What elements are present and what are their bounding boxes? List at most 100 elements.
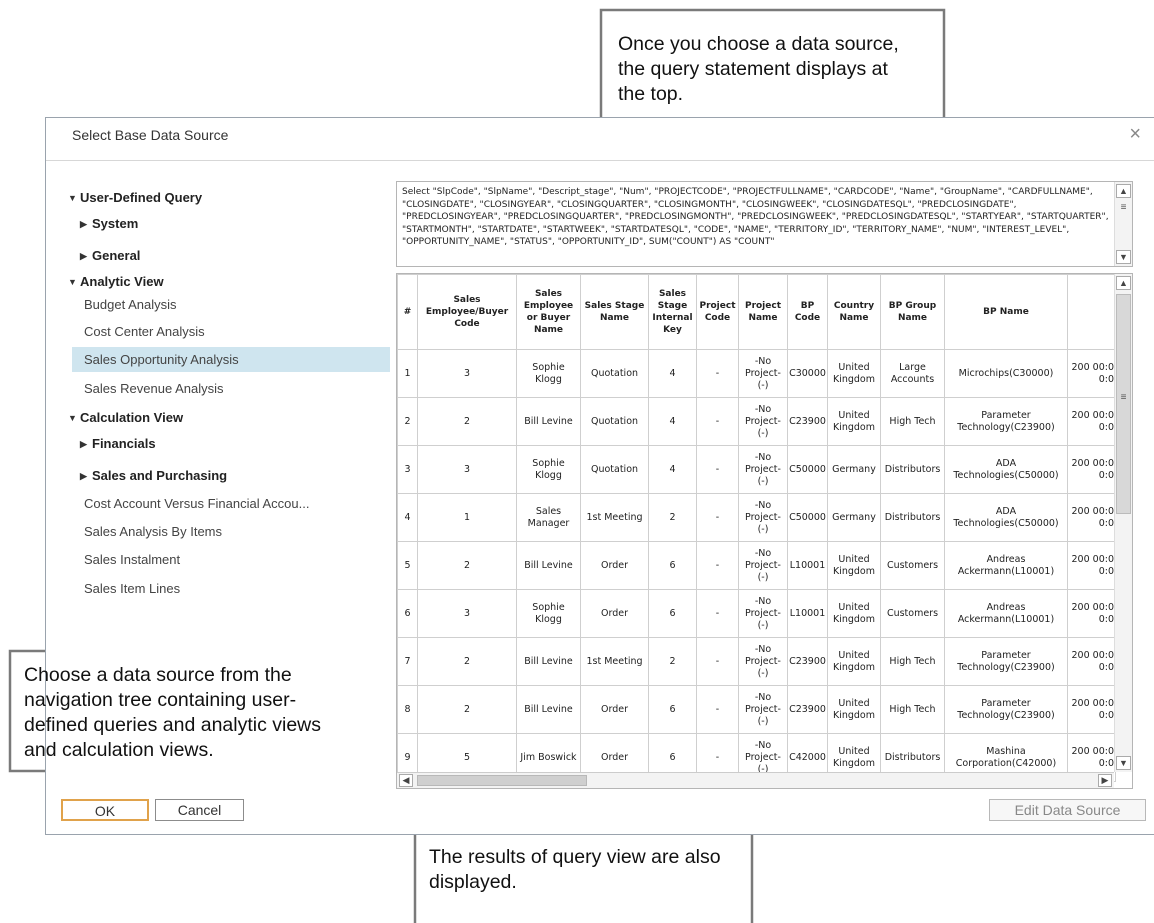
table-cell: -No Project-(-) bbox=[738, 349, 788, 398]
grid-vertical-scroll-thumb[interactable] bbox=[1116, 294, 1131, 514]
table-row[interactable]: 7 2 Bill Levine 1st Meeting 2- -No Project-(-… bbox=[397, 637, 1116, 686]
table-cell: 2 bbox=[417, 637, 517, 686]
scroll-down-icon[interactable]: ▼ bbox=[1116, 756, 1131, 770]
table-cell: 200 00:00:0 bbox=[1067, 349, 1116, 398]
table-cell: -No Project-(-) bbox=[738, 685, 788, 734]
bottom-callout-text: The results of query view are also displ… bbox=[429, 846, 721, 893]
table-cell: Customers bbox=[880, 589, 945, 638]
tree-item-sales-analysis-by-items[interactable]: Sales Analysis By Items bbox=[84, 524, 222, 539]
tree-node-system[interactable]: ▶ System bbox=[80, 216, 138, 231]
query-vertical-scrollbar[interactable]: ▲ ≡ ▼ bbox=[1114, 182, 1132, 266]
column-header[interactable]: Sales Stage Name bbox=[580, 274, 649, 350]
table-cell: - bbox=[696, 397, 739, 446]
table-cell: High Tech bbox=[880, 397, 945, 446]
scroll-up-icon[interactable]: ▲ bbox=[1116, 276, 1131, 290]
table-cell: Customers bbox=[880, 541, 945, 590]
ok-button[interactable]: OK bbox=[61, 799, 149, 821]
column-header[interactable]: Project Code bbox=[696, 274, 739, 350]
table-header-row: # Sales Employee/Buyer Code Sales Employee… bbox=[397, 274, 1116, 350]
tree-item-sales-revenue-analysis[interactable]: Sales Revenue Analysis bbox=[84, 381, 223, 396]
table-cell: 4 bbox=[648, 397, 697, 446]
scroll-grip-icon[interactable]: ≡ bbox=[1116, 202, 1131, 213]
column-header[interactable]: Sales Employee/Buyer Code bbox=[417, 274, 517, 350]
table-cell: Parameter Technology(C23900) bbox=[944, 397, 1068, 446]
table-cell: 8 bbox=[397, 685, 418, 734]
table-row[interactable]: 1 3 Sophie Klogg Quotation 4- -No Project-(-)… bbox=[397, 349, 1116, 398]
query-statement-text: Select "SlpCode", "SlpName", "Descript_s… bbox=[402, 187, 1109, 247]
table-cell: 6 bbox=[648, 541, 697, 590]
table-cell: C50000 bbox=[787, 493, 828, 542]
grid-horizontal-scrollbar[interactable]: ◀ ▶ bbox=[397, 772, 1114, 788]
table-row[interactable]: 6 3 Sophie Klogg Order 6- -No Project-(-) L100… bbox=[397, 589, 1116, 638]
caret-right-icon[interactable]: ▶ bbox=[80, 251, 92, 262]
column-header[interactable]: BP Group Name bbox=[880, 274, 945, 350]
grid-vertical-scrollbar[interactable]: ▲ ≡ ▼ bbox=[1114, 274, 1132, 772]
table-cell: Germany bbox=[827, 445, 881, 494]
table-row[interactable]: 8 2 Bill Levine Order 6- -No Project-(-) C2390… bbox=[397, 685, 1116, 734]
table-cell: 1 bbox=[397, 349, 418, 398]
table-cell: 6 bbox=[648, 685, 697, 734]
tree-item-cost-account-versus-financial[interactable]: Cost Account Versus Financial Accou... bbox=[84, 496, 309, 511]
scroll-down-icon[interactable]: ▼ bbox=[1116, 250, 1131, 264]
table-cell: ADA Technologies(C50000) bbox=[944, 445, 1068, 494]
cancel-button[interactable]: Cancel bbox=[155, 799, 244, 821]
scroll-right-icon[interactable]: ▶ bbox=[1098, 774, 1112, 787]
table-cell: 2 bbox=[417, 397, 517, 446]
grid-horizontal-scroll-thumb[interactable] bbox=[417, 775, 587, 786]
tree-item-sales-opportunity-analysis[interactable]: Sales Opportunity Analysis bbox=[72, 347, 390, 372]
scroll-left-icon[interactable]: ◀ bbox=[399, 774, 413, 787]
top-callout-text: Once you choose a data source, the query… bbox=[618, 33, 899, 105]
caret-down-icon[interactable]: ▼ bbox=[68, 193, 80, 203]
tree-item-sales-item-lines[interactable]: Sales Item Lines bbox=[84, 581, 180, 596]
column-header[interactable]: Sales Employee or Buyer Name bbox=[516, 274, 581, 350]
title-divider bbox=[46, 160, 1154, 161]
table-cell: Andreas Ackermann(L10001) bbox=[944, 589, 1068, 638]
tree-node-calculation-view[interactable]: ▼ Calculation View bbox=[68, 410, 183, 425]
scroll-grip-icon[interactable]: ≡ bbox=[1116, 392, 1131, 403]
column-header[interactable]: Sales Stage Internal Key bbox=[648, 274, 697, 350]
caret-down-icon[interactable]: ▼ bbox=[68, 413, 80, 423]
tree-node-general[interactable]: ▶ General bbox=[80, 248, 140, 263]
tree-node-sales-and-purchasing[interactable]: ▶ Sales and Purchasing bbox=[80, 468, 227, 483]
table-cell: Order bbox=[580, 589, 649, 638]
column-header[interactable] bbox=[1067, 274, 1116, 350]
close-icon[interactable]: × bbox=[1129, 124, 1141, 144]
table-cell: -No Project-(-) bbox=[738, 541, 788, 590]
table-cell: C23900 bbox=[787, 397, 828, 446]
table-cell: - bbox=[696, 349, 739, 398]
tree-node-user-defined-query[interactable]: ▼ User-Defined Query bbox=[68, 190, 202, 205]
table-cell: C23900 bbox=[787, 637, 828, 686]
table-row[interactable]: 2 2 Bill Levine Quotation 4- -No Project-(-) C… bbox=[397, 397, 1116, 446]
table-row[interactable]: 4 1 Sales Manager 1st Meeting 2- -No Project-… bbox=[397, 493, 1116, 542]
table-cell: 3 bbox=[417, 445, 517, 494]
table-cell: C50000 bbox=[787, 445, 828, 494]
table-cell: High Tech bbox=[880, 637, 945, 686]
column-header[interactable]: Project Name bbox=[738, 274, 788, 350]
column-header[interactable]: Country Name bbox=[827, 274, 881, 350]
query-statement-box[interactable]: Select "SlpCode", "SlpName", "Descript_s… bbox=[396, 181, 1133, 267]
table-row[interactable]: 3 3 Sophie Klogg Quotation 4- -No Project-(-)… bbox=[397, 445, 1116, 494]
caret-down-icon[interactable]: ▼ bbox=[68, 277, 80, 287]
caret-right-icon[interactable]: ▶ bbox=[80, 219, 92, 230]
table-cell: United Kingdom bbox=[827, 349, 881, 398]
tree-item-sales-instalment[interactable]: Sales Instalment bbox=[84, 552, 180, 567]
tree-item-budget-analysis[interactable]: Budget Analysis bbox=[84, 297, 177, 312]
column-header[interactable]: BP Name bbox=[944, 274, 1068, 350]
column-header[interactable]: # bbox=[397, 274, 418, 350]
query-results-grid[interactable]: # Sales Employee/Buyer Code Sales Employee… bbox=[396, 273, 1133, 789]
column-header[interactable]: BP Code bbox=[787, 274, 828, 350]
table-cell: 1st Meeting bbox=[580, 493, 649, 542]
table-cell: Distributors bbox=[880, 445, 945, 494]
tree-node-financials[interactable]: ▶ Financials bbox=[80, 436, 156, 451]
caret-right-icon[interactable]: ▶ bbox=[80, 471, 92, 482]
left-callout-text: Choose a data source from the navigation… bbox=[24, 664, 322, 761]
table-cell: - bbox=[696, 589, 739, 638]
scroll-up-icon[interactable]: ▲ bbox=[1116, 184, 1131, 198]
tree-node-analytic-view[interactable]: ▼ Analytic View bbox=[68, 274, 164, 289]
table-cell: Bill Levine bbox=[516, 637, 581, 686]
table-cell: Quotation bbox=[580, 349, 649, 398]
caret-right-icon[interactable]: ▶ bbox=[80, 439, 92, 450]
edit-data-source-button[interactable]: Edit Data Source bbox=[989, 799, 1146, 821]
tree-item-cost-center-analysis[interactable]: Cost Center Analysis bbox=[84, 324, 205, 339]
table-row[interactable]: 5 2 Bill Levine Order 6- -No Project-(-) L1000… bbox=[397, 541, 1116, 590]
